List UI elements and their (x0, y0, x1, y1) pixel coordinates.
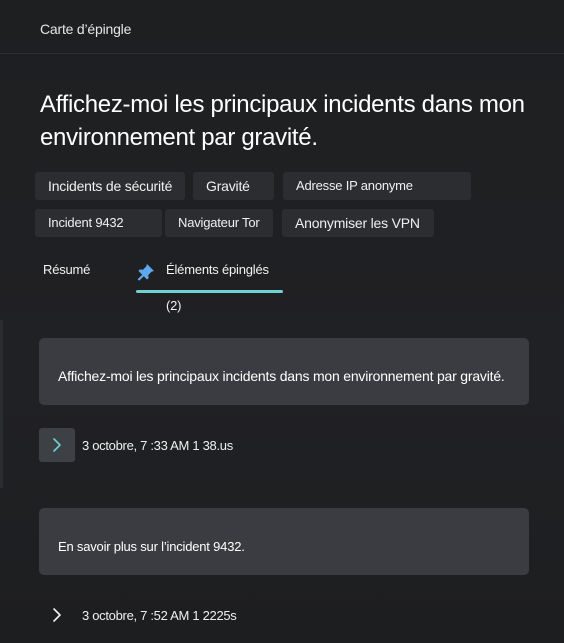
pin-icon (136, 260, 156, 281)
chip-incident-9432[interactable]: Incident 9432 (35, 209, 162, 237)
pinned-prompt-text: En savoir plus sur l’incident 9432. (58, 539, 245, 554)
tab-pinned-label: Éléments épinglés (2) (166, 262, 269, 313)
chip-severity[interactable]: Gravité (193, 172, 274, 200)
pinboard-headline: Affichez-moi les principaux incidents da… (40, 91, 525, 151)
pinned-prompt-card[interactable]: Affichez-moi les principaux incidents da… (39, 338, 529, 405)
chip-tor-browser[interactable]: Navigateur Tor (165, 209, 273, 237)
pinned-item-meta: 3 octobre, 7 :52 AM 1 2225s (82, 608, 237, 623)
tab-pinned-items[interactable]: Éléments épinglés (2) (136, 252, 283, 313)
pinned-prompt-text: Affichez-moi les principaux incidents da… (58, 368, 505, 384)
chevron-right-icon (53, 438, 61, 452)
pinned-item-meta: 3 octobre, 7 :33 AM 1 38.us (82, 438, 233, 453)
expand-button[interactable] (39, 598, 75, 632)
pinboard-panel: Carte d’épingle Affichez-moi les princip… (0, 0, 564, 643)
tab-summary[interactable]: Résumé (43, 252, 90, 292)
panel-header: Carte d’épingle (0, 0, 564, 54)
pinned-prompt-card[interactable]: En savoir plus sur l’incident 9432. (39, 508, 529, 575)
expand-button[interactable] (39, 428, 75, 462)
panel-title: Carte d’épingle (40, 21, 132, 37)
active-tab-indicator (136, 290, 283, 293)
chip-anonymous-ip[interactable]: Adresse IP anonyme (283, 172, 471, 200)
chevron-right-icon (53, 608, 61, 622)
panel-edge (0, 320, 3, 488)
chip-security-incidents[interactable]: Incidents de sécurité (35, 172, 185, 200)
chip-anonymizer-vpn[interactable]: Anonymiser les VPN (282, 209, 434, 237)
